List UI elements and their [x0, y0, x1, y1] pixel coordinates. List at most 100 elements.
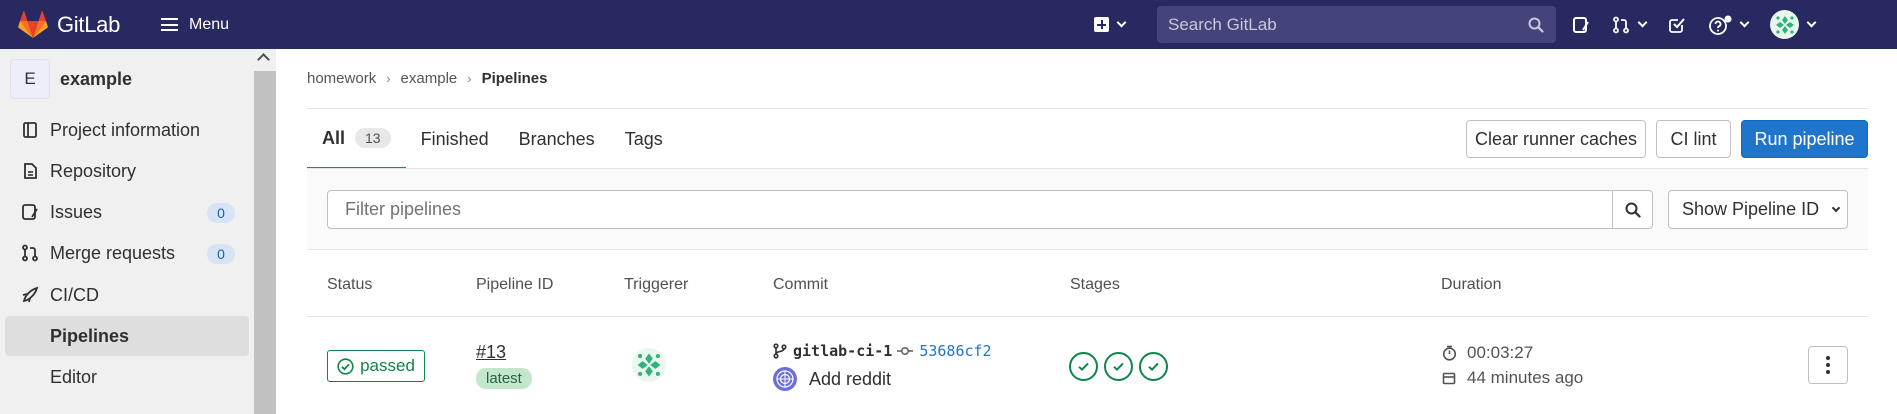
- new-dropdown-button[interactable]: [1088, 7, 1138, 43]
- column-header-triggerer: Triggerer: [624, 276, 689, 293]
- hamburger-icon: [161, 18, 179, 31]
- sidebar-item-cicd[interactable]: CI/CD: [5, 275, 249, 315]
- sidebar-item-repository[interactable]: Repository: [5, 151, 249, 191]
- tab-label: Finished: [420, 128, 489, 149]
- branch-icon: [773, 343, 787, 359]
- author-avatar[interactable]: [773, 367, 797, 391]
- duration-text: 00:03:27: [1467, 343, 1534, 362]
- identicon-icon: [637, 353, 661, 377]
- calendar-icon: [1441, 371, 1457, 385]
- filter-placeholder: Filter pipelines: [345, 199, 462, 219]
- sidebar-item-label: Merge requests: [50, 242, 176, 263]
- pipeline-stages: [1069, 352, 1174, 381]
- kebab-dot: [1826, 356, 1830, 360]
- sidebar-item-issues[interactable]: Issues 0: [5, 192, 249, 232]
- pipeline-tabs: All 13 Finished Branches Tags: [307, 109, 678, 169]
- tab-finished[interactable]: Finished: [406, 109, 504, 169]
- project-avatar: E: [10, 59, 50, 99]
- stage-passed-icon[interactable]: [1139, 352, 1168, 381]
- breadcrumb-item-project[interactable]: example: [401, 70, 458, 87]
- chevron-down-icon: [1637, 17, 1648, 28]
- column-header-duration: Duration: [1441, 276, 1502, 293]
- merge-request-icon: [20, 244, 40, 262]
- search-icon: [1625, 202, 1641, 218]
- chevron-down-icon: [1116, 17, 1127, 28]
- ci-lint-button[interactable]: CI lint: [1656, 120, 1731, 158]
- pipeline-id-link[interactable]: #13: [476, 342, 506, 363]
- help-nav-button[interactable]: [1708, 7, 1750, 43]
- sidebar-item-merge-requests[interactable]: Merge requests 0: [5, 233, 249, 273]
- triggerer-avatar[interactable]: [632, 348, 666, 382]
- status-badge[interactable]: passed: [327, 350, 425, 382]
- show-pipeline-id-dropdown[interactable]: Show Pipeline ID: [1668, 190, 1848, 229]
- user-avatar: [1770, 10, 1799, 39]
- chevron-down-icon: [1739, 17, 1750, 28]
- sidebar-scroll-thumb[interactable]: [254, 71, 276, 414]
- search-placeholder: Search GitLab: [1168, 14, 1277, 34]
- document-icon: [20, 162, 40, 180]
- check-circle-icon: [337, 357, 354, 375]
- status-text: passed: [360, 356, 415, 375]
- column-header-commit: Commit: [773, 276, 829, 293]
- run-pipeline-button[interactable]: Run pipeline: [1741, 120, 1868, 158]
- todos-nav-button[interactable]: [1668, 7, 1686, 43]
- gitlab-logo[interactable]: GitLab: [18, 10, 121, 39]
- tab-count-badge: 13: [355, 128, 391, 148]
- kebab-dot: [1826, 370, 1830, 374]
- rocket-icon: [20, 286, 40, 304]
- finished-text: 44 minutes ago: [1467, 368, 1584, 387]
- menu-label: Menu: [189, 15, 230, 33]
- user-menu-button[interactable]: [1770, 7, 1817, 43]
- sidebar-item-label: CI/CD: [50, 284, 99, 305]
- sidebar-item-label: Pipelines: [50, 325, 130, 346]
- stage-passed-icon[interactable]: [1104, 352, 1133, 381]
- divider: [307, 316, 1868, 317]
- tab-branches[interactable]: Branches: [504, 109, 610, 169]
- chevron-right-icon: ›: [467, 71, 472, 86]
- gitlab-tanuki-icon: [18, 10, 48, 38]
- sidebar-item-project-information[interactable]: Project information: [5, 110, 249, 150]
- project-name: example: [60, 68, 133, 89]
- merge-requests-nav-button[interactable]: [1612, 7, 1648, 43]
- issues-nav-button[interactable]: [1572, 7, 1590, 43]
- issues-count-badge: 0: [207, 203, 235, 223]
- dropdown-label: Show Pipeline ID: [1682, 199, 1820, 219]
- logo-text: GitLab: [57, 11, 121, 37]
- menu-button[interactable]: Menu: [155, 7, 235, 43]
- filter-search-button[interactable]: [1612, 190, 1653, 229]
- filter-pipelines-input[interactable]: Filter pipelines: [327, 190, 1613, 229]
- commit-icon: [897, 346, 914, 356]
- sidebar-item-label: Project information: [50, 119, 201, 140]
- search-input[interactable]: Search GitLab: [1157, 6, 1556, 43]
- more-actions-button[interactable]: [1808, 346, 1848, 384]
- tab-all[interactable]: All 13: [307, 109, 406, 169]
- column-header-pipeline-id: Pipeline ID: [476, 276, 554, 293]
- breadcrumb-item-group[interactable]: homework: [307, 70, 376, 87]
- breadcrumb-item-current[interactable]: Pipelines: [482, 70, 548, 87]
- commit-message-link[interactable]: Add reddit: [809, 369, 891, 390]
- kebab-dot: [1826, 363, 1830, 367]
- identicon-icon: [776, 370, 794, 388]
- sidebar-item-label: Editor: [50, 366, 98, 387]
- column-header-stages: Stages: [1070, 276, 1120, 293]
- identicon-icon: [1775, 15, 1794, 34]
- commit-sha-link[interactable]: 53686cf2: [919, 342, 991, 360]
- plus-square-icon: [1094, 17, 1109, 32]
- tab-label: All: [322, 127, 346, 148]
- branch-link[interactable]: gitlab-ci-1: [793, 342, 892, 360]
- tab-tags[interactable]: Tags: [610, 109, 678, 169]
- column-header-status: Status: [327, 276, 373, 293]
- sidebar-item-editor[interactable]: Editor: [5, 357, 249, 397]
- help-question-icon: [1709, 15, 1732, 35]
- latest-badge: latest: [476, 368, 532, 389]
- sidebar-item-pipelines[interactable]: Pipelines: [5, 316, 249, 356]
- sidebar-project-header[interactable]: E example: [10, 59, 132, 99]
- breadcrumb: homework › example › Pipelines: [307, 70, 547, 87]
- todo-check-icon: [1669, 17, 1685, 33]
- tab-label: Tags: [624, 128, 663, 149]
- commit-message-row: Add reddit: [773, 367, 891, 391]
- clear-runner-caches-button[interactable]: Clear runner caches: [1466, 120, 1646, 158]
- finished-at: 44 minutes ago: [1441, 368, 1583, 388]
- stage-passed-icon[interactable]: [1069, 352, 1098, 381]
- sidebar-item-label: Issues: [50, 201, 103, 222]
